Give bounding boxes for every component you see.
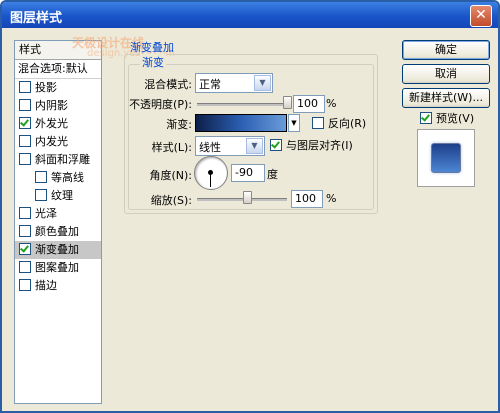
blend-mode-label: 混合模式: — [144, 78, 192, 91]
cancel-button[interactable]: 取消 — [402, 64, 490, 84]
style-item-label: 图案叠加 — [35, 261, 79, 274]
checkbox-icon[interactable] — [19, 99, 31, 111]
gradient-preview[interactable] — [195, 114, 287, 132]
checkbox-icon[interactable] — [19, 135, 31, 147]
opacity-input[interactable]: 100 — [293, 95, 325, 113]
align-label: 与图层对齐(I) — [286, 139, 353, 152]
scale-unit: % — [326, 192, 337, 205]
reverse-checkbox[interactable]: 反向(R) — [308, 115, 366, 131]
style-item[interactable]: 描边 — [15, 277, 101, 295]
opacity-value: 100 — [297, 97, 318, 110]
checkbox-icon[interactable] — [19, 153, 31, 165]
blend-mode-value: 正常 — [199, 78, 221, 91]
subgroup-title: 渐变 — [140, 54, 166, 70]
style-value: 线性 — [199, 141, 221, 154]
style-item-label: 内发光 — [35, 135, 68, 148]
style-item[interactable]: 内发光 — [15, 133, 101, 151]
angle-dial-needle — [210, 173, 211, 187]
checkbox-icon — [420, 112, 432, 124]
scale-slider-thumb[interactable] — [242, 191, 252, 204]
gradient-dropdown-icon[interactable]: ▼ — [288, 114, 300, 132]
opacity-label: 不透明度(P): — [129, 98, 192, 111]
style-item-label: 等高线 — [51, 171, 84, 184]
style-item[interactable]: 斜面和浮雕 — [15, 151, 101, 169]
ok-button[interactable]: 确定 — [402, 40, 490, 60]
blending-options-item[interactable]: 混合选项:默认 — [15, 60, 101, 79]
style-item[interactable]: 渐变叠加 — [15, 241, 101, 259]
style-item[interactable]: 颜色叠加 — [15, 223, 101, 241]
style-select[interactable]: 线性 ▼ — [195, 136, 265, 156]
preview-checkbox[interactable]: 预览(V) — [416, 110, 474, 126]
checkbox-icon[interactable] — [35, 189, 47, 201]
chevron-down-icon: ▼ — [246, 138, 263, 154]
gradient-label: 渐变: — [166, 118, 192, 131]
angle-unit: 度 — [267, 168, 278, 181]
opacity-unit: % — [326, 97, 337, 110]
group-title: 渐变叠加 — [130, 41, 174, 54]
preview-label: 预览(V) — [436, 112, 475, 125]
style-label: 样式(L): — [151, 141, 192, 154]
checkbox-icon — [270, 139, 282, 151]
blend-mode-select[interactable]: 正常 ▼ — [195, 73, 273, 93]
new-style-button[interactable]: 新建样式(W)... — [402, 88, 490, 108]
style-item-label: 光泽 — [35, 207, 57, 220]
checkbox-icon[interactable] — [19, 117, 31, 129]
scale-label: 缩放(S): — [150, 194, 192, 207]
angle-label: 角度(N): — [149, 169, 192, 182]
style-item[interactable]: 纹理 — [15, 187, 101, 205]
align-with-layer-checkbox[interactable]: 与图层对齐(I) — [266, 137, 353, 153]
style-item-label: 渐变叠加 — [35, 243, 79, 256]
angle-input[interactable]: -90 — [231, 164, 265, 182]
close-button[interactable]: ✕ — [470, 5, 492, 27]
style-item-label: 斜面和浮雕 — [35, 153, 90, 166]
checkbox-icon — [312, 117, 324, 129]
style-item[interactable]: 外发光 — [15, 115, 101, 133]
title-bar[interactable]: 图层样式 ✕ — [2, 2, 498, 28]
style-item-label: 投影 — [35, 81, 57, 94]
checkbox-icon[interactable] — [35, 171, 47, 183]
reverse-label: 反向(R) — [328, 117, 367, 130]
style-item-label: 纹理 — [51, 189, 73, 202]
checkbox-icon[interactable] — [19, 279, 31, 291]
style-preview — [417, 129, 475, 187]
scale-input[interactable]: 100 — [291, 190, 323, 208]
checkbox-icon[interactable] — [19, 207, 31, 219]
style-item-label: 颜色叠加 — [35, 225, 79, 238]
style-item[interactable]: 图案叠加 — [15, 259, 101, 277]
style-item[interactable]: 投影 — [15, 79, 101, 97]
style-item[interactable]: 光泽 — [15, 205, 101, 223]
checkbox-icon[interactable] — [19, 261, 31, 273]
styles-list: 样式 混合选项:默认 投影 内阴影 外发光 内发光 斜面和浮雕 等高线 纹理 光泽 颜色叠加 渐变… — [14, 40, 102, 404]
checkbox-icon[interactable] — [19, 81, 31, 93]
dialog-title: 图层样式 — [10, 11, 63, 26]
checkbox-icon[interactable] — [19, 243, 31, 255]
style-item-label: 外发光 — [35, 117, 68, 130]
layer-style-dialog: 图层样式 ✕ 样式 混合选项:默认 投影 内阴影 外发光 内发光 斜面和浮雕 等高线 纹理光… — [0, 0, 500, 413]
chevron-down-icon: ▼ — [254, 75, 271, 91]
opacity-slider-thumb[interactable] — [283, 96, 292, 109]
angle-value: -90 — [235, 166, 253, 179]
style-item[interactable]: 内阴影 — [15, 97, 101, 115]
checkbox-icon[interactable] — [19, 225, 31, 237]
scale-value: 100 — [295, 192, 316, 205]
style-item-label: 内阴影 — [35, 99, 68, 112]
style-item-label: 描边 — [35, 279, 57, 292]
opacity-slider[interactable] — [197, 103, 287, 106]
angle-dial[interactable] — [194, 156, 228, 190]
style-item[interactable]: 等高线 — [15, 169, 101, 187]
preview-swatch — [431, 143, 461, 173]
